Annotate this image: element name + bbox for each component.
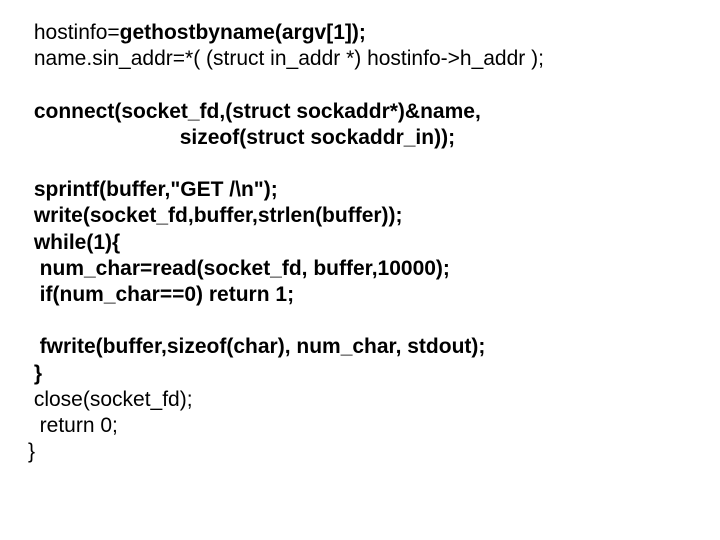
code-text: fwrite(buffer,sizeof(char), num_char, st… [28,335,485,358]
code-text: } [28,440,35,463]
code-line: sizeof(struct sockaddr_in)); [28,125,692,151]
code-line: num_char=read(socket_fd, buffer,10000); [28,256,692,282]
code-line: while(1){ [28,230,692,256]
code-line: hostinfo=gethostbyname(argv[1]); [28,20,692,46]
code-line: } [28,361,692,387]
code-line [28,151,692,177]
code-line [28,308,692,334]
code-text: return 0; [28,414,118,437]
code-text: close(socket_fd); [28,388,193,411]
code-text: name.sin_addr=*( (struct in_addr *) host… [28,47,544,70]
code-line: connect(socket_fd,(struct sockaddr*)&nam… [28,99,692,125]
code-text: sizeof(struct sockaddr_in)); [28,126,455,149]
code-slide: hostinfo=gethostbyname(argv[1]); name.si… [0,0,720,486]
code-text: gethostbyname(argv[1]); [120,21,366,44]
code-text: } [28,362,42,385]
code-line: fwrite(buffer,sizeof(char), num_char, st… [28,334,692,360]
code-line: sprintf(buffer,"GET /\n"); [28,177,692,203]
code-text: while(1){ [28,231,120,254]
code-text: if(num_char==0) return 1; [28,283,294,306]
code-text: write(socket_fd,buffer,strlen(buffer)); [28,204,403,227]
code-line: name.sin_addr=*( (struct in_addr *) host… [28,46,692,72]
code-line: return 0; [28,413,692,439]
code-text: connect(socket_fd,(struct sockaddr*)&nam… [28,100,481,123]
code-text: sprintf(buffer,"GET /\n"); [28,178,278,201]
code-line: write(socket_fd,buffer,strlen(buffer)); [28,203,692,229]
code-line [28,73,692,99]
code-line: close(socket_fd); [28,387,692,413]
code-line: if(num_char==0) return 1; [28,282,692,308]
code-line: } [28,439,692,465]
code-text: hostinfo= [28,21,120,44]
code-text: num_char=read(socket_fd, buffer,10000); [28,257,450,280]
